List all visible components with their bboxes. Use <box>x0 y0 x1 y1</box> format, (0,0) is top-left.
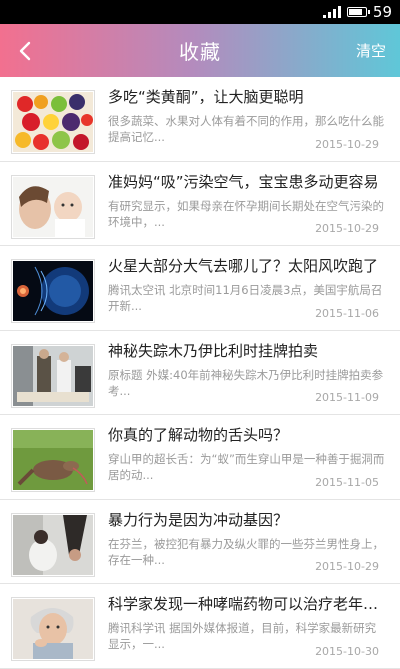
item-title: 准妈妈“吸”污染空气，宝宝患多动更容易 <box>108 172 379 191</box>
item-date: 2015-10-29 <box>311 137 379 151</box>
item-date: 2015-10-29 <box>311 560 379 573</box>
thumbnail-image <box>11 343 95 408</box>
signal-icon <box>322 6 341 18</box>
item-title: 暴力行为是因为冲动基因？ <box>108 510 289 529</box>
list-item[interactable]: 暴力行为是因为冲动基因？ 在芬兰，被控犯有暴力及纵火罪的一些芬兰男性身上，存在一… <box>0 500 400 584</box>
thumbnail-image <box>11 259 95 323</box>
list-item[interactable]: 神秘失踪木乃伊比利时挂牌拍卖 原标题 外媒:40年前神秘失踪木乃伊比利时挂牌拍卖… <box>0 331 400 415</box>
chevron-left-icon <box>19 41 31 61</box>
battery-icon <box>346 7 370 17</box>
back-button[interactable] <box>10 36 40 66</box>
list-item[interactable]: 你真的了解动物的舌头吗？ 穿山甲的超长舌：为“蚁”而生穿山甲是一种善于掘洞而居的… <box>0 415 400 500</box>
list-item[interactable]: 多吃“类黄酮”，让大脑更聪明 很多蔬菜、水果对人体有着不同的作用，那么吃什么能提… <box>0 77 400 162</box>
item-date: 2015-11-09 <box>311 391 379 404</box>
item-date: 2015-11-06 <box>311 306 379 320</box>
item-date: 2015-11-05 <box>311 475 379 489</box>
thumbnail-image <box>11 512 95 577</box>
list-item[interactable]: 火星大部分大气去哪儿了？太阳风吹跑了 腾讯太空讯 北京时间11月6日凌晨3点，美… <box>0 246 400 331</box>
thumbnail-image <box>11 428 95 492</box>
status-bar: 59 <box>0 0 400 24</box>
app-header: 收藏 清空 <box>0 24 400 77</box>
item-title: 科学家发现一种哮喘药物可以治疗老年痴呆 <box>108 595 386 613</box>
battery-level: 59 <box>372 3 392 21</box>
item-title: 神秘失踪木乃伊比利时挂牌拍卖 <box>108 341 319 360</box>
clear-button[interactable]: 清空 <box>356 40 386 61</box>
favorites-list: 多吃“类黄酮”，让大脑更聪明 很多蔬菜、水果对人体有着不同的作用，那么吃什么能提… <box>0 77 400 669</box>
item-title: 多吃“类黄酮”，让大脑更聪明 <box>108 88 304 106</box>
thumbnail-image <box>11 90 95 154</box>
page-title: 收藏 <box>179 40 221 64</box>
thumbnail-image <box>11 174 95 239</box>
list-item[interactable]: 准妈妈“吸”污染空气，宝宝患多动更容易 有研究显示，如果母亲在怀孕期间长期处在空… <box>0 162 400 246</box>
list-item[interactable]: 科学家发现一种哮喘药物可以治疗老年痴呆 腾讯科学讯 据国外媒体报道，目前，科学家… <box>0 584 400 669</box>
thumbnail-image <box>11 597 95 661</box>
item-date: 2015-10-30 <box>311 644 379 658</box>
item-date: 2015-10-29 <box>311 222 379 235</box>
item-title: 你真的了解动物的舌头吗？ <box>108 426 289 444</box>
item-title: 火星大部分大气去哪儿了？太阳风吹跑了 <box>108 257 379 275</box>
